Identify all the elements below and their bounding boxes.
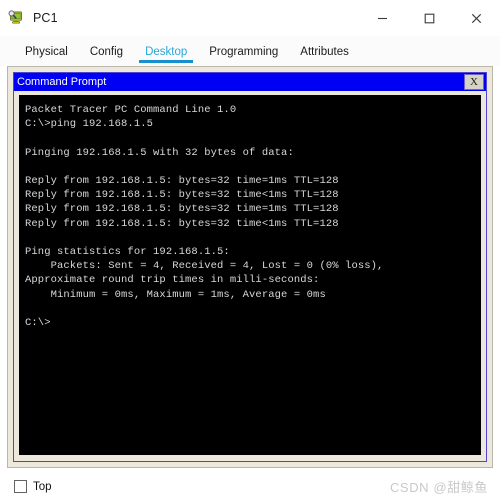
command-prompt-window: Command Prompt X Packet Tracer PC Comman… xyxy=(13,72,487,462)
maximize-icon xyxy=(424,13,435,23)
pc-device-icon xyxy=(8,10,24,26)
tab-physical[interactable]: Physical xyxy=(14,46,79,66)
terminal-output[interactable]: Packet Tracer PC Command Line 1.0 C:\>pi… xyxy=(19,95,481,455)
tab-attributes[interactable]: Attributes xyxy=(289,46,360,66)
watermark-text: CSDN @ xyxy=(389,480,448,495)
minimize-icon xyxy=(378,17,387,19)
minimize-button[interactable] xyxy=(359,0,406,36)
tab-desktop[interactable]: Desktop xyxy=(134,46,198,66)
watermark-username: 甜鲸鱼 xyxy=(447,481,488,496)
watermark: CSDN @甜鲸鱼 xyxy=(390,477,488,496)
close-icon xyxy=(471,13,482,23)
tab-programming[interactable]: Programming xyxy=(198,46,289,66)
window-title: PC1 xyxy=(33,11,58,25)
maximize-button[interactable] xyxy=(406,0,453,36)
command-prompt-body: Packet Tracer PC Command Line 1.0 C:\>pi… xyxy=(14,91,486,461)
top-checkbox[interactable] xyxy=(14,480,27,493)
command-prompt-title: Command Prompt xyxy=(17,76,107,88)
tab-config[interactable]: Config xyxy=(79,46,134,66)
bottom-bar: Top CSDN @甜鲸鱼 xyxy=(0,472,500,501)
tab-strip: Physical Config Desktop Programming Attr… xyxy=(0,36,500,66)
command-prompt-close-button[interactable]: X xyxy=(464,74,484,90)
window-titlebar: PC1 xyxy=(0,0,500,36)
desktop-panel: Command Prompt X Packet Tracer PC Comman… xyxy=(7,66,493,468)
top-checkbox-row[interactable]: Top xyxy=(14,480,52,493)
top-checkbox-label: Top xyxy=(33,480,52,493)
command-prompt-titlebar[interactable]: Command Prompt X xyxy=(14,73,486,91)
close-button[interactable] xyxy=(453,0,500,36)
window-controls xyxy=(359,0,500,36)
